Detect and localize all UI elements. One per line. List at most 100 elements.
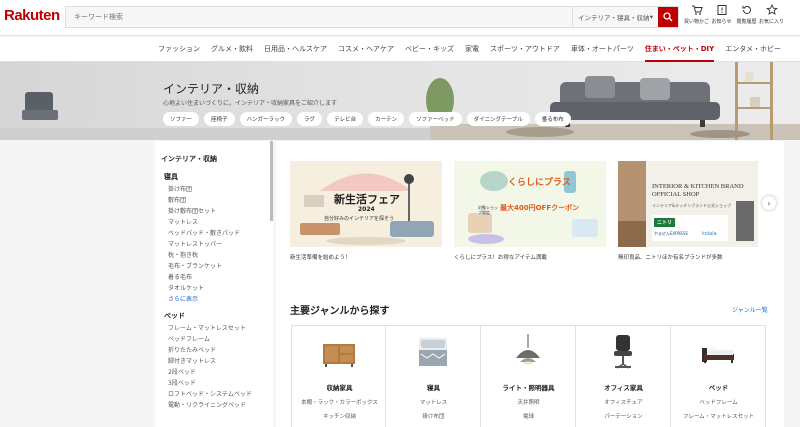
sidebar-item[interactable]: ロフトベッド・システムベッド [168,391,273,398]
cart-label: 買い物かご [684,19,710,25]
chevron-right-icon: › [767,198,771,208]
notification-button[interactable]: お知らせ [709,4,734,25]
nav-item-home-pet-diy[interactable]: 住まい・ペット・DIY [644,44,715,62]
category-nav: ファッション グルメ・飲料 日用品・ヘルスケア コスメ・ヘアケア ベビー・キッズ… [0,37,800,62]
genre-sub-link[interactable]: 電球 [481,412,576,420]
nav-item-appliances[interactable]: 家電 [465,44,479,54]
search-category-select[interactable]: インテリア・寝具・収納 ▾ [572,7,658,27]
chip-floor-chair[interactable]: 座椅子 [204,112,235,126]
hero-banner: インテリア・収納 心地よい住まいづくりに。インテリア・収納家具をご紹介します ソ… [0,62,800,140]
chip-wearable-blanket[interactable]: 番る布布 [534,112,571,126]
hero-subtitle: 心地よい住まいづくりに。インテリア・収納家具をご紹介します [163,100,338,107]
chip-curtain[interactable]: カーテン [368,112,405,126]
sidebar-item[interactable]: 枕・抱き枕 [168,252,273,259]
brand-yamazen: やまぜんEXPRESS [654,231,688,236]
cart-button[interactable]: 買い物かご [684,4,709,25]
banner-brand-official-shop[interactable]: INTERIOR & KITCHEN BRAND OFFICIAL SHOP イ… [618,161,758,247]
banner-new-life-fair[interactable]: 新生活フェア 2024 自分好みのインテリアを探そう [290,161,442,247]
genre-cards: 収納家具 本棚・ラック・カラーボックス キッチン収納 寝具 マットレス 掛け布団… [291,325,766,427]
sidebar-item[interactable]: 掛け布団 [168,186,273,193]
sidebar-section-bedding[interactable]: 寝具 [164,172,273,182]
search-input[interactable] [66,7,572,27]
bedding-icon [419,338,447,366]
hero-room-illustration [0,62,800,140]
banner-2-amount: 最大400円OFFクーポン [500,204,580,212]
genre-card-bed[interactable]: ベッド ベッドフレーム フレーム・マットレスセット [671,325,766,427]
genre-section-title: 主要ジャンルから探す [290,306,390,317]
nav-item-auto-parts[interactable]: 車体・オートパーツ [571,44,634,54]
sidebar-item[interactable]: マットレス [168,219,273,226]
banner-1-title: 新生活フェア [334,193,400,206]
genre-sub-link[interactable]: 天井照明 [481,398,576,406]
favorites-label: お気に入り [759,19,785,25]
sidebar-item[interactable]: マットレストッパー [168,241,273,248]
bed-icon [702,347,734,363]
chip-rug[interactable]: ラグ [297,112,323,126]
genre-card-storage[interactable]: 収納家具 本棚・ラック・カラーボックス キッチン収納 [291,325,386,427]
sidebar-item[interactable]: 掛け敷布団セット [168,208,273,215]
sidebar-item[interactable]: ベッドフレーム [168,336,273,343]
sidebar-item[interactable]: 敷布団 [168,197,273,204]
sidebar-item[interactable]: 電動・リクライニングベッド [168,402,273,409]
nav-item-fashion[interactable]: ファッション [158,44,200,54]
genre-sub-link[interactable]: 本棚・ラック・カラーボックス [292,398,387,406]
nav-item-daily-goods[interactable]: 日用品・ヘルスケア [264,44,327,54]
chip-tv-stand[interactable]: テレビ台 [327,112,364,126]
rakuten-logo[interactable]: Rakuten [4,7,60,24]
sidebar-item[interactable]: 折りたたみベッド [168,347,273,354]
chip-sofa[interactable]: ソファー [163,112,200,126]
history-button[interactable]: 閲覧履歴 [734,4,759,25]
genre-sub-link[interactable]: 掛け布団 [386,412,481,420]
notification-icon [717,5,726,15]
nav-item-cosmetics[interactable]: コスメ・ヘアケア [338,44,394,54]
genre-name: 寝具 [427,384,440,392]
genre-sub-link[interactable]: フレーム・マットレスセット [671,412,766,420]
favorites-button[interactable]: お気に入り [759,4,784,25]
genre-card-bedding[interactable]: 寝具 マットレス 掛け布団 [386,325,481,427]
genre-card-lighting[interactable]: ライト・照明器具 天井照明 電球 [481,325,576,427]
banner-2-caption[interactable]: くらしにプラス！お得なアイテム満載 [454,253,547,261]
genre-sub-link[interactable]: ベッドフレーム [671,398,766,406]
sidebar-item[interactable]: 2段ベッド [168,369,273,376]
chevron-down-icon: ▾ [649,13,653,21]
nav-item-entertainment[interactable]: エンタメ・ホビー [725,44,781,54]
sidebar-item[interactable]: 着る毛布 [168,274,273,281]
genre-sub-link[interactable]: オフィスチェア [576,398,671,406]
nav-item-gourmet[interactable]: グルメ・飲料 [211,44,253,54]
banner-3-subtitle: インテリア&キッチンブランド公式ショップ [652,203,731,208]
carousel-next-button[interactable]: › [762,196,776,210]
genre-name: オフィス家具 [604,384,643,392]
genre-sub-link[interactable]: キッチン収納 [292,412,387,420]
brand-nitori: ニトリ [654,218,676,227]
sidebar-item[interactable]: タオルケット [168,285,273,292]
history-label: 閲覧履歴 [736,19,757,25]
genre-list-link[interactable]: ジャンル一覧 [732,305,768,314]
main-content: 新生活フェア 2024 自分好みのインテリアを探そう 新生活準備を始めよう！ く… [276,141,784,427]
genre-name: 収納家具 [326,384,353,392]
nav-item-baby-kids[interactable]: ベビー・キッズ [405,44,454,54]
hero-title: インテリア・収納 [163,82,260,96]
sidebar-item[interactable]: 脚付きマットレス [168,358,273,365]
sidebar-item[interactable]: 毛布・ブランケット [168,263,273,270]
search-button[interactable] [658,7,678,27]
chip-dining-table[interactable]: ダイニングテーブル [466,112,530,126]
sidebar-item[interactable]: フレーム・マットレスセット [168,325,273,332]
pendant-light-icon [516,334,540,365]
sidebar-section-bed[interactable]: ベッド [164,311,273,321]
chip-sofa-bed[interactable]: ソファーベッド [409,112,462,126]
nav-item-sports[interactable]: スポーツ・アウトドア [490,44,560,54]
sidebar-scrollbar[interactable] [270,141,273,221]
genre-sub-link[interactable]: パーテーション [576,412,671,420]
sidebar-item[interactable]: 3段ベッド [168,380,273,387]
chip-hanger-rack[interactable]: ハンガーラック [239,112,293,126]
genre-name: ライト・照明器具 [502,384,555,392]
header: Rakuten インテリア・寝具・収納 ▾ 買い物かご お知らせ 閲覧履歴 お気… [0,0,800,36]
sidebar-item[interactable]: ベッドパッド・敷きパッド [168,230,273,237]
brand-kolala: kolala [702,231,717,237]
genre-card-office[interactable]: オフィス家具 オフィスチェア パーテーション [576,325,671,427]
banner-kurashi-plus[interactable]: くらしにプラス 対象ショップ限定 最大400円OFFクーポン [454,161,606,247]
genre-sub-link[interactable]: マットレス [386,398,481,406]
sidebar-show-more-link[interactable]: さらに表示 [168,296,273,303]
banner-3-caption[interactable]: 無印良品、ニトリほか有名ブランドが多数 [618,253,723,261]
banner-1-caption[interactable]: 新生活準備を始めよう！ [290,253,351,261]
